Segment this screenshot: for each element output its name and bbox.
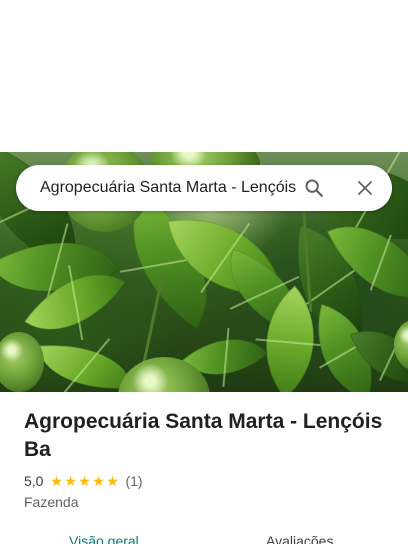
- tab-overview[interactable]: Visão geral: [69, 532, 139, 544]
- place-tabs: Visão geral Avaliações: [0, 528, 408, 544]
- leaf: [37, 338, 133, 392]
- star-rating: ★ ★ ★ ★ ★: [49, 474, 119, 488]
- search-button[interactable]: [300, 174, 328, 202]
- place-category[interactable]: Fazenda: [24, 493, 78, 511]
- search-bar[interactable]: Agropecuária Santa Marta - Lençóis: [16, 165, 392, 211]
- star-icon: ★: [64, 473, 77, 489]
- star-icon: ★: [78, 473, 91, 489]
- review-count[interactable]: (1): [125, 473, 142, 489]
- clear-search-button[interactable]: [351, 174, 379, 202]
- star-icon: ★: [106, 473, 119, 489]
- tab-reviews[interactable]: Avaliações: [266, 532, 333, 544]
- passion-fruit: [0, 332, 44, 392]
- close-icon: [358, 181, 372, 195]
- rating-row[interactable]: 5,0 ★ ★ ★ ★ ★ (1): [24, 471, 143, 491]
- search-input[interactable]: Agropecuária Santa Marta - Lençóis: [40, 177, 304, 199]
- star-icon: ★: [92, 473, 105, 489]
- search-icon: [305, 179, 323, 197]
- rating-value: 5,0: [24, 473, 44, 489]
- place-name: Agropecuária Santa Marta - Lençóis Ba: [24, 410, 383, 461]
- place-details-page: Agropecuária Santa Marta - Lençóis Agrop…: [0, 0, 408, 544]
- star-icon: ★: [50, 473, 63, 489]
